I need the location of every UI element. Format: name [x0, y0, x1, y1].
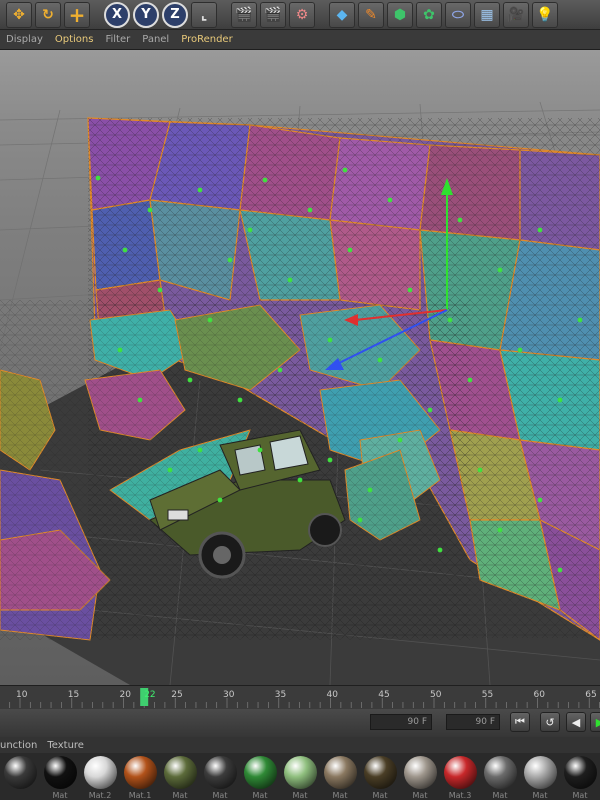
material-swatch[interactable]: Mat [280, 753, 320, 800]
light-bulb-icon[interactable]: 💡 [532, 1, 558, 28]
deformer-icon[interactable]: ✿ [416, 1, 442, 28]
menu-texture[interactable]: Texture [47, 740, 84, 751]
scale-icon[interactable]: + [64, 1, 90, 28]
timeline-tick-label: 20 [120, 690, 132, 700]
material-preview-sphere [404, 756, 437, 789]
material-swatch[interactable]: Mat [160, 753, 200, 800]
material-label: Mat.1 [128, 791, 152, 800]
material-swatch[interactable]: Mat [200, 753, 240, 800]
main-toolbar: ✥ ↻ + X Y Z ⌞ 🎬 🎬 ⚙ ◆ ✎ ⬢ ✿ ⬭ ▦ 🎥 💡 [0, 0, 600, 30]
menu-function[interactable]: unction [0, 740, 37, 751]
menu-display[interactable]: Display [6, 34, 43, 45]
timeline-tick-label: 65 [585, 690, 596, 700]
timeline-tick-label: 25 [171, 690, 182, 700]
y-axis-lock-button[interactable]: Y [133, 1, 159, 28]
render-view-icon[interactable]: 🎬 [231, 1, 257, 28]
material-swatch[interactable]: Mat.3 [440, 753, 480, 800]
material-label: Mat [172, 791, 188, 800]
timeline-tick-label: 60 [534, 690, 546, 700]
z-axis-lock-button[interactable]: Z [162, 1, 188, 28]
material-preview-sphere [244, 756, 277, 789]
material-swatch[interactable]: Mat [520, 753, 560, 800]
material-preview-sphere [444, 756, 477, 789]
timeline-tick-label: 30 [223, 690, 235, 700]
timeline-tick-label: 35 [275, 690, 286, 700]
floor-icon[interactable]: ▦ [474, 1, 500, 28]
material-swatch[interactable]: Mat [240, 753, 280, 800]
menu-prorender[interactable]: ProRender [181, 34, 232, 45]
material-preview-sphere [364, 756, 397, 789]
material-label: Mat [252, 791, 268, 800]
material-preview-sphere [564, 756, 597, 789]
timeline-ruler[interactable]: 10 15 20 22 25 30 35 40 45 50 55 60 65 [0, 685, 600, 711]
move-icon[interactable]: ✥ [6, 1, 32, 28]
material-label: Mat [492, 791, 508, 800]
menu-options[interactable]: Options [55, 34, 94, 45]
end-frame-field-b[interactable]: 90 F [446, 714, 500, 730]
material-swatch[interactable]: Mat.2 [80, 753, 120, 800]
render-settings-icon[interactable]: ⚙ [289, 1, 315, 28]
viewport-menu-bar: Display Options Filter Panel ProRender [0, 30, 600, 50]
end-frame-field-a[interactable]: 90 F [370, 714, 432, 730]
play-icon[interactable]: ▶ [590, 712, 600, 732]
material-preview-sphere [204, 756, 237, 789]
menu-filter[interactable]: Filter [105, 34, 130, 45]
cube-primitive-icon[interactable]: ◆ [329, 1, 355, 28]
coordinate-system-icon[interactable]: ⌞ [191, 1, 217, 28]
material-label: Mat [532, 791, 548, 800]
x-axis-lock-button[interactable]: X [104, 1, 130, 28]
timeline-tick-label: 45 [378, 690, 389, 700]
material-label: Mat [332, 791, 348, 800]
generator-icon[interactable]: ⬢ [387, 1, 413, 28]
timeline-tick-label: 15 [68, 690, 79, 700]
material-preview-sphere [84, 756, 117, 789]
timeline-tick-label: 22 [144, 690, 155, 700]
spline-pen-icon[interactable]: ✎ [358, 1, 384, 28]
3d-viewport[interactable] [0, 50, 600, 685]
material-swatch[interactable]: Mat [560, 753, 600, 800]
material-swatch[interactable]: Mat [320, 753, 360, 800]
timeline-tick-label: 40 [327, 690, 339, 700]
step-back-icon[interactable]: ◀ [566, 712, 586, 732]
material-label: Mat [572, 791, 588, 800]
material-swatch[interactable]: Mat [400, 753, 440, 800]
menu-panel[interactable]: Panel [142, 34, 169, 45]
scene-render [0, 101, 600, 685]
timeline-tick-label: 55 [482, 690, 493, 700]
material-swatch[interactable] [0, 753, 40, 800]
material-preview-sphere [4, 756, 37, 789]
material-swatches: Mat Mat.2 Mat.1 Mat Mat Mat Mat Mat Mat Mat Mat.3 M… [0, 753, 600, 800]
material-swatch[interactable]: Mat [480, 753, 520, 800]
camera-icon[interactable]: 🎥 [503, 1, 529, 28]
material-label: Mat [52, 791, 68, 800]
material-label: Mat [292, 791, 308, 800]
material-preview-sphere [124, 756, 157, 789]
material-preview-sphere [324, 756, 357, 789]
timeline-tick-label: 50 [430, 690, 442, 700]
render-picture-queue-icon[interactable]: 🎬 [260, 1, 286, 28]
material-preview-sphere [524, 756, 557, 789]
previous-key-icon[interactable]: ↺ [540, 712, 560, 732]
material-preview-sphere [44, 756, 77, 789]
material-swatch[interactable]: Mat [360, 753, 400, 800]
timeline-tick-label: 10 [16, 690, 28, 700]
material-label: Mat [212, 791, 228, 800]
material-swatch[interactable]: Mat [40, 753, 80, 800]
material-swatch[interactable]: Mat.1 [120, 753, 160, 800]
material-label: Mat.2 [88, 791, 112, 800]
material-label: Mat [372, 791, 388, 800]
material-preview-sphere [284, 756, 317, 789]
material-label: Mat [412, 791, 428, 800]
material-label: Mat.3 [448, 791, 472, 800]
rotate-icon[interactable]: ↻ [35, 1, 61, 28]
go-to-start-icon[interactable]: ⏮ [510, 712, 530, 732]
material-manager-menu: unction Texture [0, 737, 600, 753]
material-preview-sphere [164, 756, 197, 789]
scene-environment-icon[interactable]: ⬭ [445, 1, 471, 28]
transport-bar: 90 F 90 F ⏮ ↺ ◀ ▶ [0, 709, 600, 738]
material-preview-sphere [484, 756, 517, 789]
